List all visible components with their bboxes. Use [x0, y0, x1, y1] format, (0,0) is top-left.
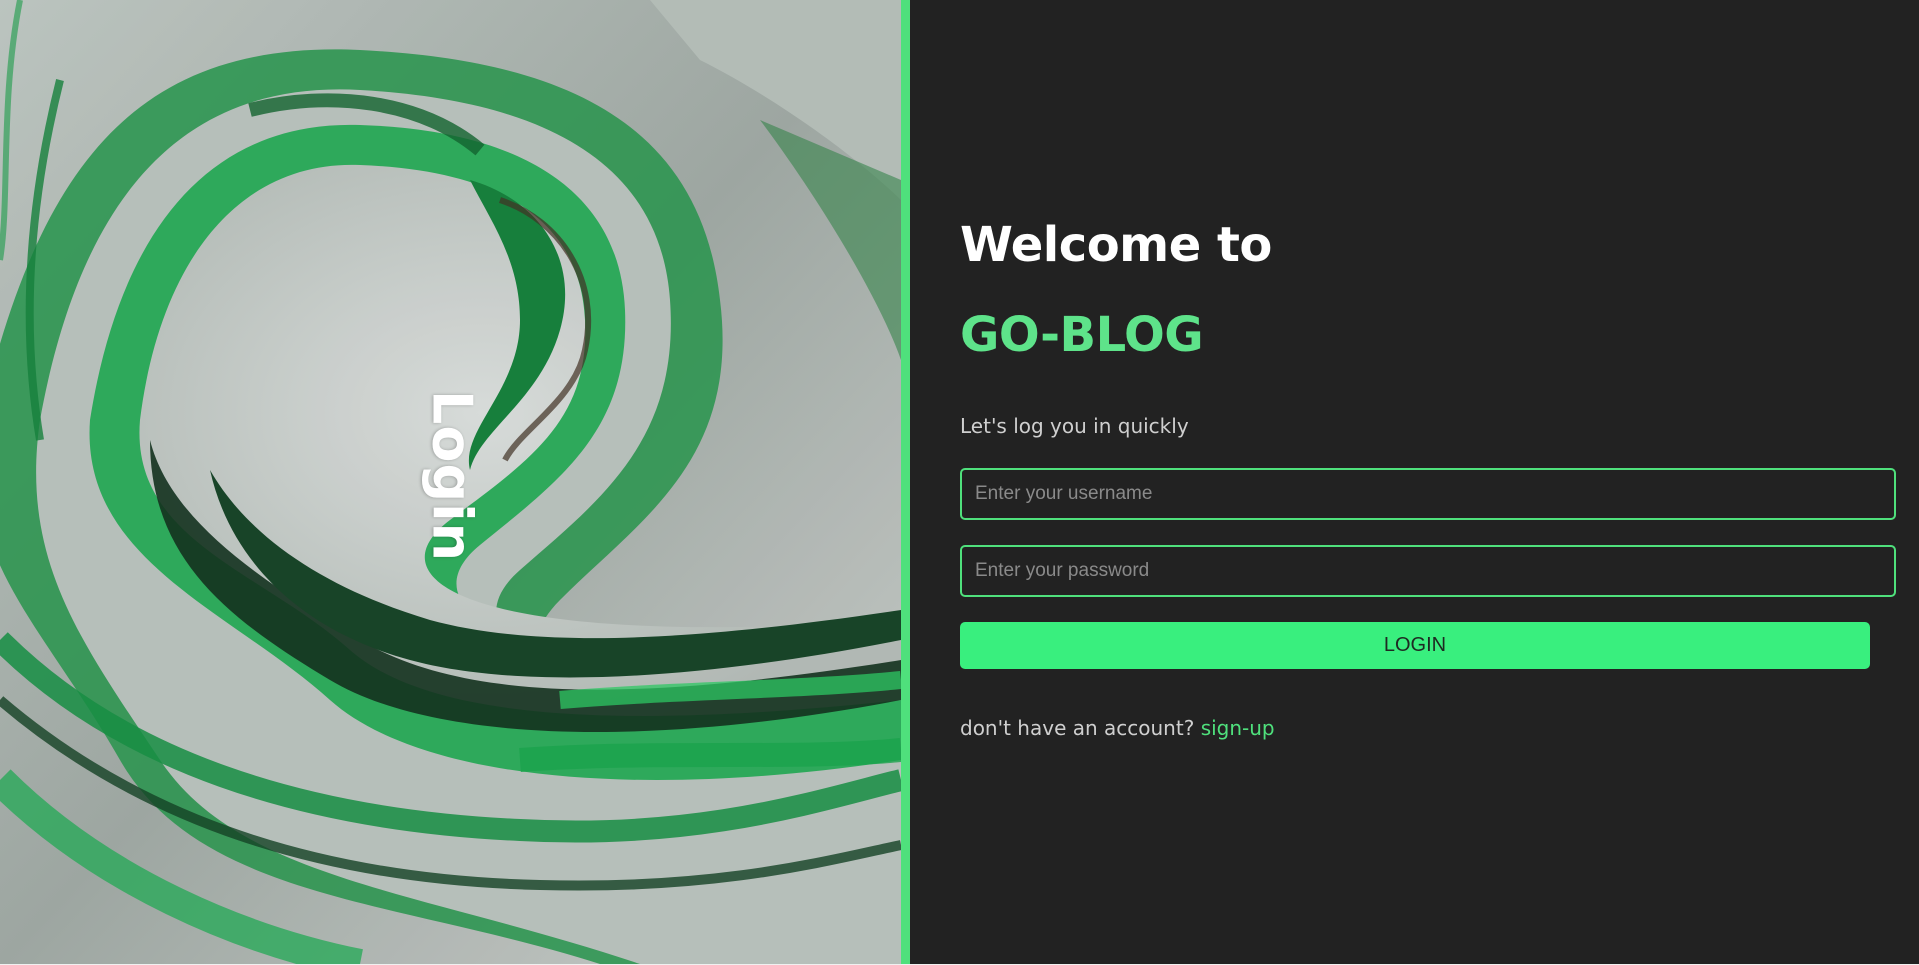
login-page: Login Welcome to GO-BLOG Let's log you i… [0, 0, 1919, 965]
username-input[interactable] [960, 468, 1896, 520]
login-subtitle: Let's log you in quickly [960, 414, 1189, 438]
login-button[interactable]: LOGIN [960, 622, 1870, 669]
signup-row: don't have an account? sign-up [960, 716, 1275, 740]
welcome-heading: Welcome to [960, 217, 1272, 273]
brand-heading: GO-BLOG [960, 307, 1204, 363]
hero-image: Login [0, 0, 901, 964]
password-input[interactable] [960, 545, 1896, 597]
vertical-login-title: Login [420, 389, 484, 563]
accent-divider [901, 0, 910, 964]
signup-prompt: don't have an account? [960, 716, 1195, 740]
signup-link[interactable]: sign-up [1201, 716, 1275, 740]
